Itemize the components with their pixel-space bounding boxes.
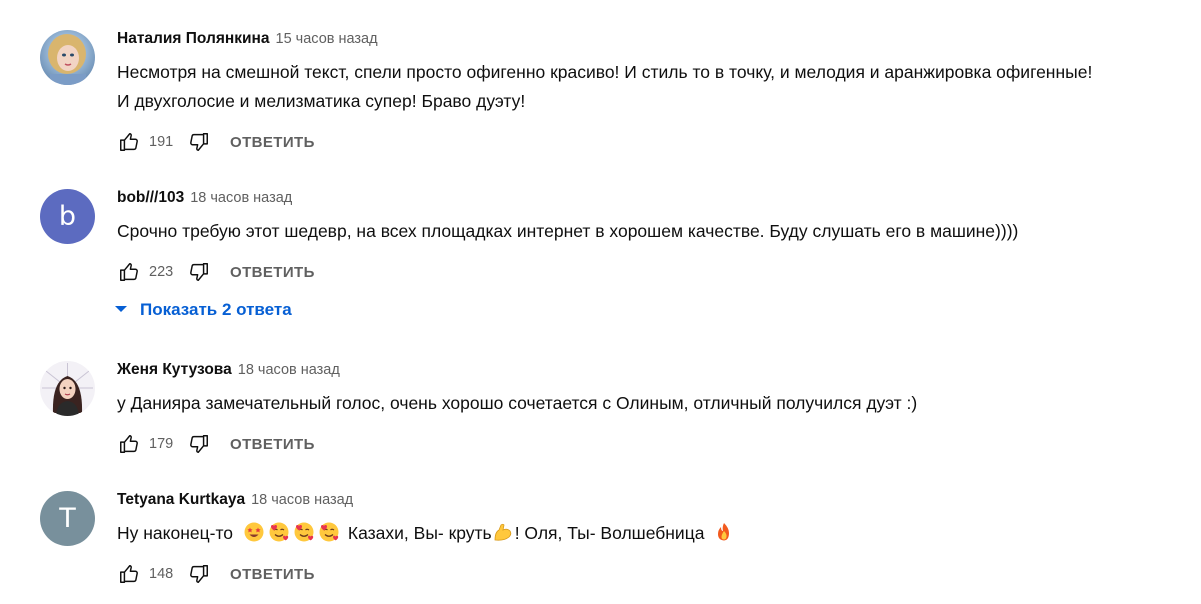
comment-text-part: Казахи, Вы- круть [347, 523, 492, 543]
comment-actions: 223 ОТВЕТИТЬ [117, 260, 315, 284]
comment-body: Наталия Полянкина 15 часов назад Несмотр… [117, 30, 1200, 116]
avatar-letter: T [59, 503, 76, 534]
comment-actions: 191 ОТВЕТИТЬ [117, 130, 315, 154]
avatar-letter: b [58, 201, 77, 232]
flexed-biceps-emoji [493, 522, 513, 542]
like-count: 179 [149, 436, 174, 452]
comment-text-line: Срочно требую этот шедевр, на всех площа… [117, 221, 1019, 241]
caret-down-icon [114, 301, 128, 319]
avatar[interactable]: T [40, 491, 95, 546]
show-replies-label: Показать 2 ответа [140, 300, 292, 319]
comment-author[interactable]: Tetyana Kurtkaya [117, 491, 245, 509]
thumbs-up-icon[interactable] [117, 432, 141, 456]
comment-text-part: Ну наконец-то [117, 523, 234, 543]
comment-text-line: И двухголосие и мелизматика супер! Браво… [117, 91, 526, 111]
comment-timestamp[interactable]: 18 часов назад [251, 492, 353, 508]
thumbs-up-icon[interactable] [117, 130, 141, 154]
comment-header: Tetyana Kurtkaya 18 часов назад [117, 491, 1200, 511]
comment-text-line: у Данияра замечательный голос, очень хор… [117, 393, 918, 413]
thumbs-down-icon[interactable] [187, 432, 211, 456]
comment-text-part: ! Оля, Ты- Волшебница [514, 523, 705, 543]
comment-text: Ну наконец-то Казахи, Вы- круть ! Оля, Т… [117, 519, 1200, 548]
smiling-face-with-hearts-emoji [269, 522, 289, 542]
thumbs-up-icon[interactable] [117, 562, 141, 586]
comment-author[interactable]: bob///103 [117, 189, 184, 207]
comment-header: bob///103 18 часов назад [117, 189, 1200, 209]
thumbs-up-icon[interactable] [117, 260, 141, 284]
avatar[interactable]: b [40, 189, 95, 244]
comment-body: bob///103 18 часов назад Срочно требую э… [117, 189, 1200, 246]
like-count: 223 [149, 264, 174, 280]
comment-actions: 179 ОТВЕТИТЬ [117, 432, 315, 456]
reply-button[interactable]: ОТВЕТИТЬ [230, 566, 315, 583]
show-replies-button[interactable]: Показать 2 ответа [114, 298, 292, 322]
comment-actions: 148 ОТВЕТИТЬ [117, 562, 315, 586]
thumbs-down-icon[interactable] [187, 130, 211, 154]
comment-text: у Данияра замечательный голос, очень хор… [117, 389, 1200, 418]
comment-text: Срочно требую этот шедевр, на всех площа… [117, 217, 1200, 246]
reply-button[interactable]: ОТВЕТИТЬ [230, 264, 315, 281]
smiling-face-with-hearts-emoji [294, 522, 314, 542]
like-count: 191 [149, 134, 174, 150]
comment-timestamp[interactable]: 18 часов назад [190, 190, 292, 206]
smiling-face-with-hearts-emoji [319, 522, 339, 542]
reply-button[interactable]: ОТВЕТИТЬ [230, 436, 315, 453]
comment-author[interactable]: Женя Кутузова [117, 361, 232, 379]
comment-timestamp[interactable]: 15 часов назад [276, 31, 378, 47]
avatar[interactable] [40, 30, 95, 85]
like-count: 148 [149, 566, 174, 582]
comment-author[interactable]: Наталия Полянкина [117, 30, 270, 48]
comment-body: Женя Кутузова 18 часов назад у Данияра з… [117, 361, 1200, 418]
comment-header: Наталия Полянкина 15 часов назад [117, 30, 1200, 50]
fire-emoji [714, 522, 734, 542]
comment-body: Tetyana Kurtkaya 18 часов назад Ну након… [117, 491, 1200, 548]
comment-text-line: Несмотря на смешной текст, спели просто … [117, 62, 1093, 82]
comment-text: Несмотря на смешной текст, спели просто … [117, 58, 1200, 116]
comment-timestamp[interactable]: 18 часов назад [238, 362, 340, 378]
thumbs-down-icon[interactable] [187, 562, 211, 586]
comment-header: Женя Кутузова 18 часов назад [117, 361, 1200, 381]
avatar[interactable] [40, 361, 95, 416]
reply-button[interactable]: ОТВЕТИТЬ [230, 134, 315, 151]
star-struck-emoji [244, 522, 264, 542]
thumbs-down-icon[interactable] [187, 260, 211, 284]
